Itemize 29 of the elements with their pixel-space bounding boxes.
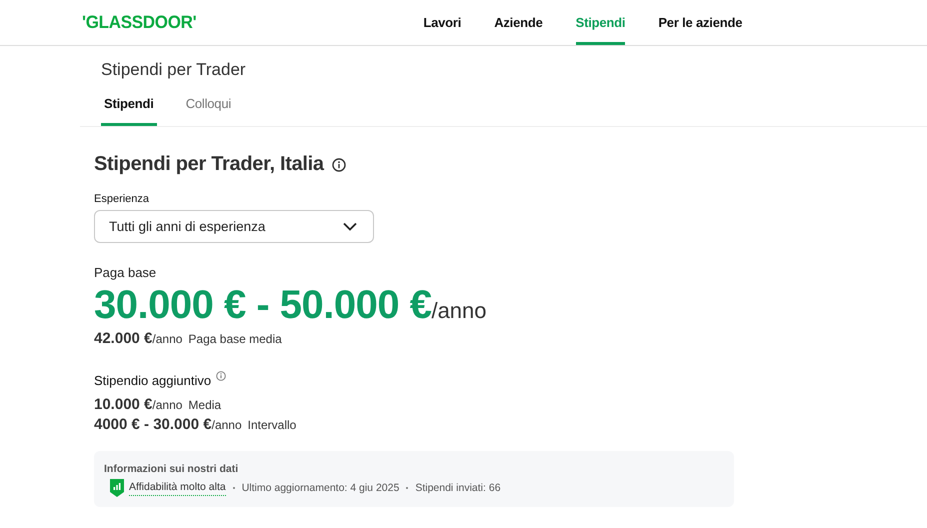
amount: 4000 € - 30.000 €: [94, 415, 212, 435]
unit-text: /anno: [152, 397, 182, 414]
unit-text: /anno: [212, 417, 242, 434]
nav-link[interactable]: Lavori: [423, 0, 462, 45]
signal-shield-icon: [110, 479, 124, 497]
card-title: Informazioni sui nostri dati: [104, 463, 240, 475]
unit-text: /anno: [431, 298, 487, 324]
amount: 10.000 €: [94, 395, 152, 415]
salary-range: 30.000 € - 50.000 €: [94, 283, 432, 328]
amount-label: Media: [188, 397, 222, 414]
tab[interactable]: Colloqui: [182, 93, 234, 126]
tab[interactable]: Stipendi: [101, 93, 157, 126]
confidence-link[interactable]: Affidabilità molto alta: [129, 480, 226, 496]
update-text: Ultimo aggiornamento: 4 giu 2025: [242, 482, 400, 494]
nav-link[interactable]: Per le aziende: [658, 0, 742, 45]
amount-label: Paga base media: [188, 332, 282, 346]
pay-label: Stipendio aggiuntivo: [94, 373, 212, 388]
nav-link[interactable]: Aziende: [494, 0, 543, 45]
section-title: Stipendi per Trader, Italia: [94, 153, 324, 176]
submitted-count: Stipendi inviati: 66: [415, 482, 501, 494]
amount: 42.000 €: [94, 330, 152, 347]
field-label: Esperienza: [94, 193, 150, 205]
experience-dropdown[interactable]: Tutti gli anni di esperienza: [94, 210, 374, 243]
unit-text: /anno: [152, 332, 182, 346]
pay-label: Paga base: [94, 265, 156, 280]
chevron-down-icon: [343, 222, 357, 231]
info-icon[interactable]: [332, 158, 346, 172]
page-title: Stipendi per Trader: [100, 59, 247, 81]
amount-label: Intervallo: [248, 417, 296, 434]
